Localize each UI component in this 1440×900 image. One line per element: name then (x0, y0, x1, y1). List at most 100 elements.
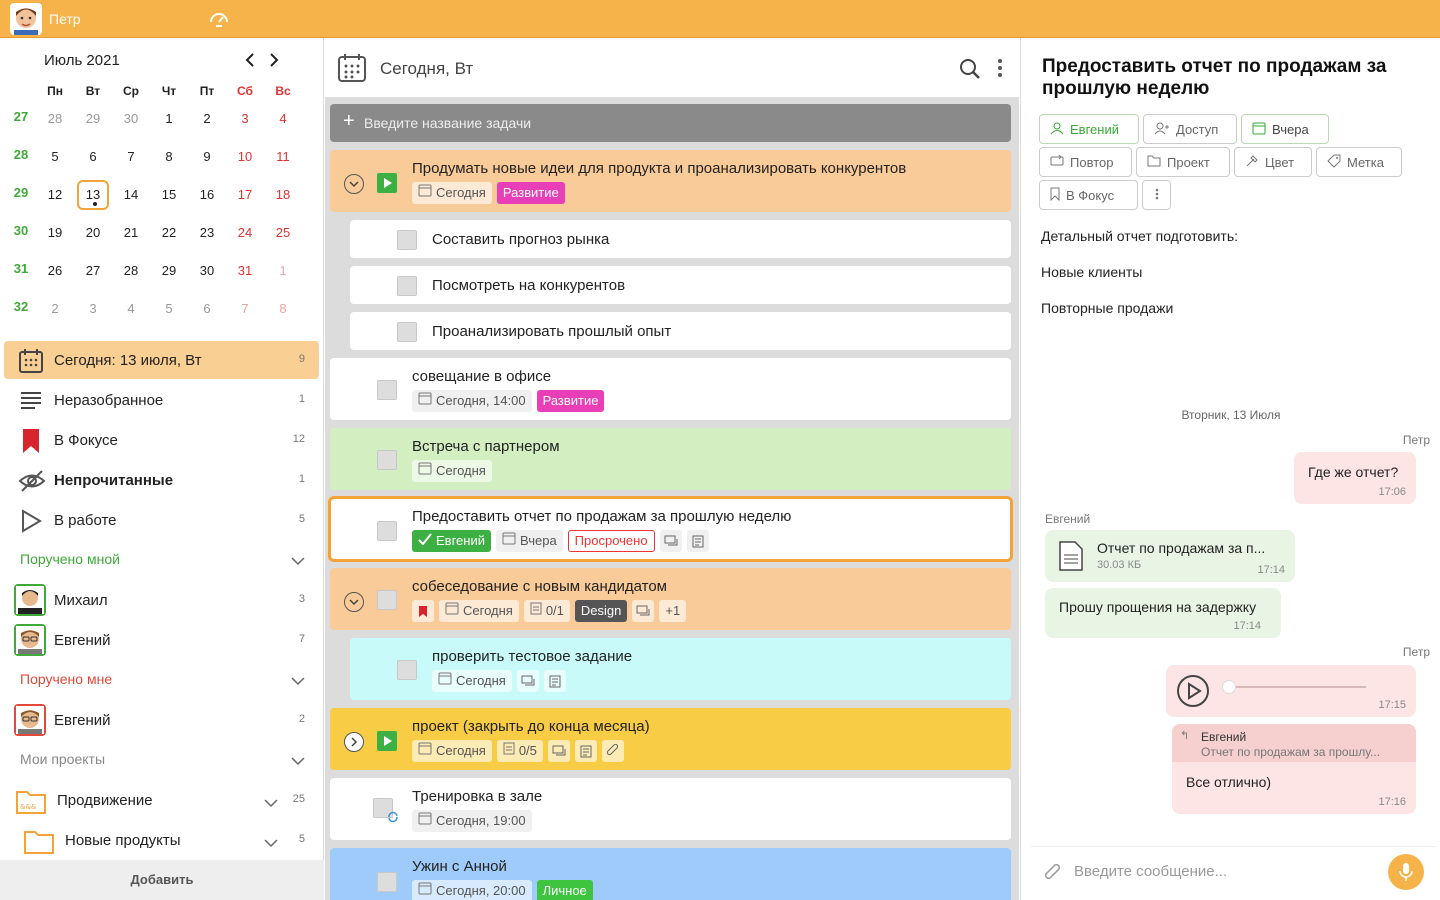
calendar-day[interactable]: 23 (191, 218, 223, 248)
category-tag[interactable]: Развитие (496, 182, 565, 204)
chevron-down-icon[interactable] (263, 835, 279, 851)
calendar-day[interactable]: 4 (115, 294, 147, 324)
calendar-day[interactable]: 10 (229, 142, 261, 172)
microphone-button[interactable] (1388, 854, 1424, 890)
chat-message[interactable]: Где же отчет? 17:06 (1294, 452, 1416, 504)
date-tag[interactable]: Сегодня (412, 460, 492, 482)
calendar-day[interactable]: 17 (229, 180, 261, 210)
focus-button[interactable]: В Фокус (1039, 180, 1138, 210)
chevron-right-circle-icon[interactable] (344, 732, 364, 752)
task-checkbox[interactable] (397, 660, 417, 680)
calendar-day[interactable]: 16 (191, 180, 223, 210)
calendar-day[interactable]: 13 (77, 180, 109, 210)
nav-today[interactable]: Сегодня: 13 июля, Вт 9 (4, 341, 319, 379)
nav-unread[interactable]: Непрочитанные 1 (4, 461, 319, 499)
task-checkbox[interactable] (377, 521, 397, 541)
calendar-day[interactable]: 5 (39, 142, 71, 172)
task-item-selected[interactable]: Предоставить отчет по продажам за прошлу… (328, 496, 1013, 562)
assignee-tag[interactable]: Евгений (412, 530, 491, 552)
calendar-day[interactable]: 11 (267, 142, 299, 172)
calendar-day[interactable]: 28 (39, 104, 71, 134)
detail-title[interactable]: Предоставить отчет по продажам за прошлу… (1042, 56, 1422, 100)
date-tag[interactable]: Сегодня (412, 740, 492, 762)
task-checkbox[interactable] (377, 380, 397, 400)
quoted-message[interactable]: ↰ Евгений Отчет по продажам за прошлу... (1172, 724, 1416, 762)
project-new-products[interactable]: Новые продукты 5 (4, 821, 319, 859)
subtask-item[interactable]: Посмотреть на конкурентов (350, 266, 1011, 304)
calendar-day[interactable]: 31 (229, 256, 261, 286)
calendar-day[interactable]: 8 (153, 142, 185, 172)
task-item[interactable]: Встреча с партнером Сегодня (330, 428, 1011, 490)
task-checkbox[interactable] (377, 590, 397, 610)
calendar-day[interactable]: 19 (39, 218, 71, 248)
chevron-down-circle-icon[interactable] (344, 592, 364, 612)
calendar-day[interactable]: 4 (267, 104, 299, 134)
task-item[interactable]: Продумать новые идеи для продукта и проа… (330, 150, 1011, 212)
category-tag[interactable]: Design (574, 600, 628, 622)
date-tag[interactable]: Сегодня (412, 182, 492, 204)
calendar-day[interactable]: 29 (77, 104, 109, 134)
calendar-day[interactable]: 12 (39, 180, 71, 210)
person-evgeny-2[interactable]: Евгений 2 (4, 701, 319, 739)
chevron-down-icon[interactable] (263, 795, 279, 811)
nav-in-progress[interactable]: В работе 5 (4, 501, 319, 539)
prev-month-icon[interactable] (244, 52, 256, 73)
task-checkbox[interactable] (397, 230, 417, 250)
calendar-day[interactable]: 1 (267, 256, 299, 286)
repeat-button[interactable]: Повтор (1039, 147, 1132, 177)
checklist-tag[interactable]: 0/5 (496, 740, 543, 762)
voice-message[interactable]: 17:15 (1166, 665, 1416, 717)
calendar-day[interactable]: 21 (115, 218, 147, 248)
calendar-day[interactable]: 30 (191, 256, 223, 286)
paperclip-icon[interactable] (1043, 862, 1063, 887)
date-tag[interactable]: Сегодня, 14:00 (412, 390, 532, 412)
checklist-tag[interactable]: 0/1 (523, 600, 570, 622)
add-button[interactable]: Добавить (0, 860, 324, 900)
calendar-day[interactable]: 26 (39, 256, 71, 286)
section-assigned-to-me[interactable]: Поручено мне (20, 671, 305, 687)
calendar-day[interactable]: 3 (229, 104, 261, 134)
task-item[interactable]: собеседование с новым кандидатом Сегодня… (330, 568, 1011, 630)
person-evgeny[interactable]: Евгений 7 (4, 621, 319, 659)
project-promotion[interactable]: &&& Продвижение 25 (4, 781, 319, 819)
calendar-day[interactable]: 28 (115, 256, 147, 286)
chevron-down-icon[interactable] (290, 673, 306, 689)
date-tag[interactable]: Сегодня (439, 600, 519, 622)
nav-focus[interactable]: В Фокусе 12 (4, 421, 319, 459)
calendar-day[interactable]: 15 (153, 180, 185, 210)
audio-track[interactable] (1228, 686, 1366, 688)
user-name[interactable]: Петр (49, 11, 81, 27)
calendar-day[interactable]: 5 (153, 294, 185, 324)
calendar-day[interactable]: 20 (77, 218, 109, 248)
message-input[interactable]: Введите сообщение... (1074, 863, 1227, 880)
access-button[interactable]: Доступ (1143, 114, 1237, 144)
section-my-projects[interactable]: Мои проекты (20, 751, 305, 767)
task-item[interactable]: Тренировка в зале Сегодня, 19:00 (330, 778, 1011, 840)
play-circle-icon[interactable] (1176, 674, 1210, 711)
play-icon[interactable] (377, 731, 397, 751)
more-vertical-icon[interactable] (997, 58, 1003, 81)
date-tag[interactable]: Сегодня, 20:00 (412, 880, 532, 900)
calendar-day[interactable]: 18 (267, 180, 299, 210)
calendar-day[interactable]: 8 (267, 294, 299, 324)
chevron-down-icon[interactable] (290, 553, 306, 569)
calendar-day[interactable]: 27 (77, 256, 109, 286)
next-month-icon[interactable] (268, 52, 280, 73)
sync-icon[interactable] (207, 8, 231, 33)
calendar-day[interactable]: 24 (229, 218, 261, 248)
calendar-day[interactable]: 30 (115, 104, 147, 134)
more-options-button[interactable] (1142, 180, 1171, 210)
task-item[interactable]: совещание в офисе Сегодня, 14:00 Развити… (330, 358, 1011, 420)
subtask-item[interactable]: Составить прогноз рынка (350, 220, 1011, 258)
calendar-day[interactable]: 2 (191, 104, 223, 134)
task-checkbox[interactable] (397, 276, 417, 296)
calendar-day[interactable]: 3 (77, 294, 109, 324)
task-checkbox[interactable] (397, 322, 417, 342)
search-icon[interactable] (959, 58, 981, 83)
calendar-day[interactable]: 2 (39, 294, 71, 324)
play-icon[interactable] (377, 173, 397, 193)
date-tag[interactable]: Сегодня (432, 670, 512, 692)
subtask-item[interactable]: проверить тестовое задание Сегодня (350, 638, 1011, 700)
calendar-day[interactable]: 6 (77, 142, 109, 172)
person-mikhail[interactable]: Михаил 3 (4, 581, 319, 619)
